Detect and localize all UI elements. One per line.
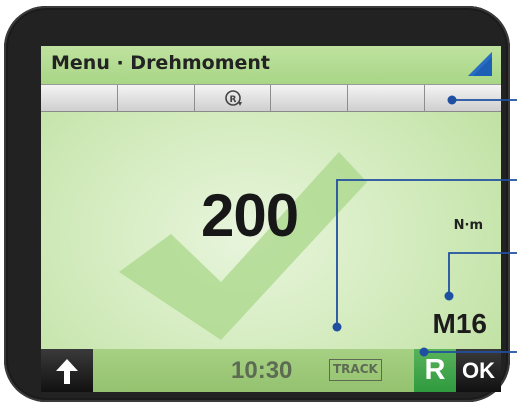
bolt-size-label: M16 (432, 308, 487, 339)
softkey-3[interactable]: R (195, 85, 272, 111)
softkey-4[interactable] (271, 85, 349, 111)
bottom-bar: 10:30 TRACK R OK (41, 349, 501, 392)
torque-value: 200 (201, 182, 299, 249)
device-frame: Menu · Drehmoment R 200 N·m M16 10:30 TR… (4, 6, 510, 402)
r-button[interactable]: R (414, 349, 456, 392)
display-screen: Menu · Drehmoment R 200 N·m M16 10:30 TR… (41, 46, 501, 392)
track-badge: TRACK (329, 359, 382, 381)
arrow-up-icon (56, 358, 78, 384)
softkey-6[interactable] (425, 85, 501, 111)
ok-button[interactable]: OK (456, 349, 501, 392)
up-button[interactable] (41, 349, 93, 392)
svg-text:R: R (229, 95, 236, 105)
header-bar: Menu · Drehmoment (41, 46, 501, 84)
rotate-clockwise-icon: R (224, 90, 242, 106)
blue-triangle-flag-icon (468, 52, 492, 76)
page-title: Menu · Drehmoment (51, 52, 270, 74)
softkey-2[interactable] (118, 85, 195, 111)
unit-label: N·m (453, 218, 483, 233)
softkey-1[interactable] (41, 85, 118, 111)
softkey-5[interactable] (348, 85, 426, 111)
clock-time: 10:30 (231, 357, 293, 384)
softkey-strip: R (41, 84, 501, 112)
